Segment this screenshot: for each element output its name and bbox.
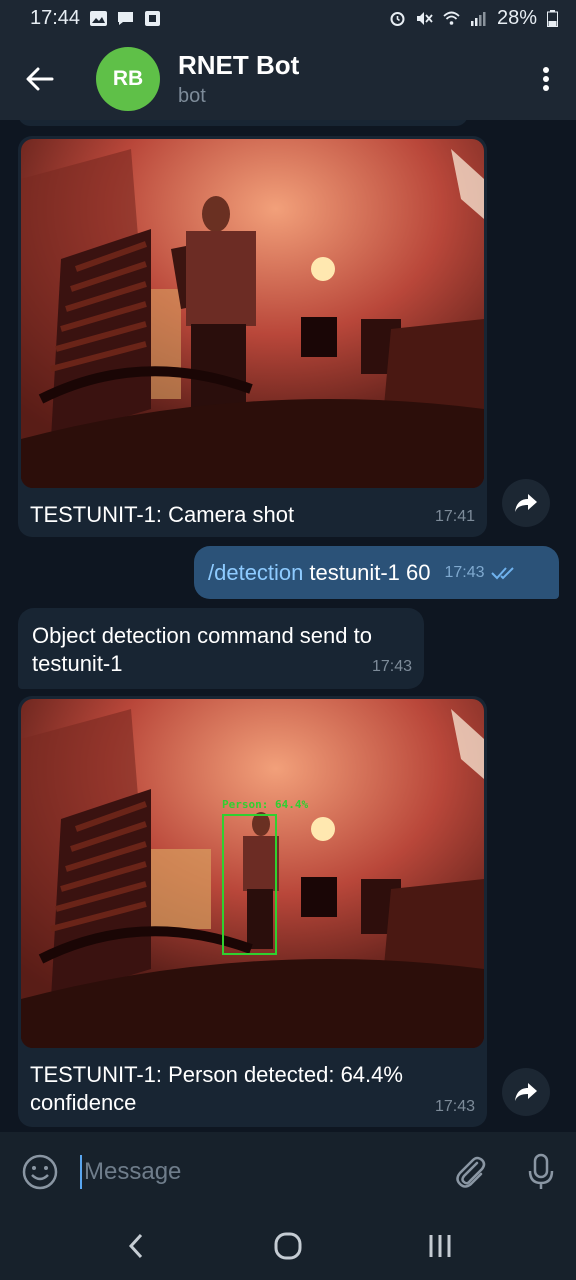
chat-title-block[interactable]: RNET Bot bot <box>178 50 516 108</box>
emoji-button[interactable] <box>0 1154 80 1190</box>
message-list[interactable]: TESTUNIT-1: Camera shot 17:41 /detection… <box>0 120 576 1132</box>
attach-button[interactable] <box>436 1155 506 1189</box>
microphone-icon <box>528 1153 554 1189</box>
system-navigation-bar <box>0 1212 576 1280</box>
detection-photo[interactable]: Person: 64.4% <box>21 699 484 1048</box>
photo-message[interactable]: TESTUNIT-1: Camera shot 17:41 <box>18 136 487 537</box>
forward-button[interactable] <box>502 479 550 527</box>
status-bar: 17:44 28% <box>0 0 576 37</box>
text-caret <box>80 1155 82 1189</box>
recents-icon <box>429 1235 451 1257</box>
signal-icon <box>470 12 486 26</box>
battery-icon <box>547 10 558 27</box>
chat-title: RNET Bot <box>178 49 300 80</box>
chat-icon <box>118 12 134 25</box>
detection-bounding-box <box>222 814 277 955</box>
photo-caption: TESTUNIT-1: Person detected: 64.4% confi… <box>18 1051 487 1127</box>
more-vertical-icon <box>543 66 549 91</box>
mute-icon <box>416 12 433 25</box>
nav-recents-button[interactable] <box>410 1216 470 1276</box>
command-link[interactable]: /detection <box>208 560 303 586</box>
message-placeholder: Message <box>84 1158 182 1185</box>
forward-button[interactable] <box>502 1068 550 1116</box>
avatar[interactable]: RB <box>96 46 160 111</box>
microphone-button[interactable] <box>506 1153 576 1191</box>
home-circle-icon <box>274 1232 302 1260</box>
message-time: 17:43 <box>371 658 412 675</box>
chat-header: RB RNET Bot bot <box>0 37 576 120</box>
status-time: 17:44 <box>30 7 81 29</box>
camera-photo[interactable] <box>21 139 484 488</box>
battery-percent: 28% <box>496 7 537 29</box>
image-icon <box>90 11 108 26</box>
square-icon <box>145 11 161 26</box>
forward-arrow-icon <box>515 494 537 512</box>
chat-subtitle: bot <box>178 84 206 107</box>
message-text: testunit-1 60 <box>309 559 431 585</box>
arrow-left-icon <box>26 67 54 90</box>
avatar-initials: RB <box>112 66 144 90</box>
caption-text: TESTUNIT-1: Camera shot <box>30 502 295 527</box>
message-input[interactable]: Message <box>80 1152 436 1192</box>
nav-back-button[interactable] <box>106 1216 166 1276</box>
message-time: 17:43 <box>434 1098 475 1115</box>
alarm-icon <box>390 12 405 26</box>
caption-text: TESTUNIT-1: Person detected: 64.4% confi… <box>30 1062 403 1115</box>
more-options-button[interactable] <box>516 37 576 120</box>
nav-home-button[interactable] <box>258 1216 318 1276</box>
message-time: 17:43 <box>444 563 485 581</box>
back-button[interactable] <box>0 37 80 120</box>
photo-caption: TESTUNIT-1: Camera shot 17:41 <box>18 491 487 537</box>
photo-message[interactable]: Person: 64.4% TESTUNIT-1: Person detecte… <box>18 696 487 1127</box>
forward-arrow-icon <box>515 1083 537 1101</box>
previous-message-fragment <box>18 120 468 126</box>
message-text: Object detection command send to testuni… <box>32 623 372 676</box>
message-composer: Message <box>0 1132 576 1212</box>
incoming-message[interactable]: Object detection command send to testuni… <box>18 608 424 689</box>
detection-label: Person: 64.4% <box>222 798 309 811</box>
chevron-left-icon <box>128 1233 143 1259</box>
message-time: 17:41 <box>434 508 475 525</box>
outgoing-message[interactable]: /detection testunit-1 60 17:43 <box>194 546 559 599</box>
wifi-icon <box>443 11 460 25</box>
double-check-icon <box>490 566 514 579</box>
room-scene-image <box>21 139 484 488</box>
paperclip-icon <box>456 1156 486 1188</box>
emoji-icon <box>22 1154 58 1190</box>
